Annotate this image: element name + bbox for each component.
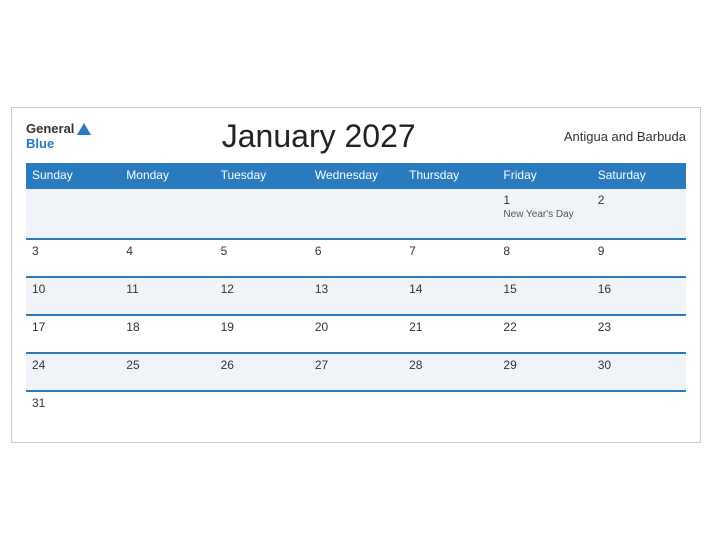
calendar-cell: 2 [592,188,686,239]
logo-triangle-icon [77,123,91,135]
day-number: 12 [221,282,303,296]
calendar-cell: 17 [26,315,120,353]
calendar-cell: 31 [26,391,120,428]
weekday-header-sunday: Sunday [26,163,120,188]
calendar-cell: 28 [403,353,497,391]
logo-general-text: General [26,122,74,136]
calendar-cell: 13 [309,277,403,315]
calendar-cell [403,391,497,428]
week-row-5: 24 25 26 27 28 29 30 [26,353,686,391]
calendar-cell: 4 [120,239,214,277]
calendar-cell: 12 [215,277,309,315]
day-number: 31 [32,396,114,410]
day-number: 16 [598,282,680,296]
calendar-cell: 11 [120,277,214,315]
day-number: 10 [32,282,114,296]
calendar-cell: 8 [497,239,591,277]
day-number: 3 [32,244,114,258]
calendar-cell [120,188,214,239]
calendar-cell: 23 [592,315,686,353]
calendar-cell: 3 [26,239,120,277]
weekday-header-monday: Monday [120,163,214,188]
day-number: 22 [503,320,585,334]
logo-blue-text: Blue [26,137,91,151]
weekday-header-row: SundayMondayTuesdayWednesdayThursdayFrid… [26,163,686,188]
day-number: 27 [315,358,397,372]
weekday-header-wednesday: Wednesday [309,163,403,188]
day-number: 29 [503,358,585,372]
calendar-cell [120,391,214,428]
day-number: 4 [126,244,208,258]
calendar-cell: 1 New Year's Day [497,188,591,239]
day-number: 21 [409,320,491,334]
day-number: 18 [126,320,208,334]
calendar-cell: 26 [215,353,309,391]
calendar-cell [309,391,403,428]
calendar-cell [215,391,309,428]
calendar-cell [592,391,686,428]
calendar-cell: 10 [26,277,120,315]
calendar-title: January 2027 [91,118,546,155]
calendar-cell: 22 [497,315,591,353]
day-number: 2 [598,193,680,207]
calendar-table: SundayMondayTuesdayWednesdayThursdayFrid… [26,163,686,428]
calendar-cell: 6 [309,239,403,277]
day-number: 7 [409,244,491,258]
calendar-header: General Blue January 2027 Antigua and Ba… [26,118,686,155]
day-number: 20 [315,320,397,334]
day-number: 15 [503,282,585,296]
day-number: 23 [598,320,680,334]
calendar-cell [26,188,120,239]
day-number: 9 [598,244,680,258]
calendar-cell [309,188,403,239]
weekday-header-tuesday: Tuesday [215,163,309,188]
calendar-cell: 21 [403,315,497,353]
day-number: 26 [221,358,303,372]
day-number: 6 [315,244,397,258]
day-number: 1 [503,193,585,207]
calendar-cell [497,391,591,428]
holiday-label: New Year's Day [503,209,585,220]
calendar-cell: 14 [403,277,497,315]
calendar-cell: 27 [309,353,403,391]
weekday-header-friday: Friday [497,163,591,188]
weekday-header-saturday: Saturday [592,163,686,188]
day-number: 30 [598,358,680,372]
day-number: 19 [221,320,303,334]
calendar-cell [403,188,497,239]
calendar-cell: 20 [309,315,403,353]
calendar-cell: 29 [497,353,591,391]
calendar-cell: 19 [215,315,309,353]
calendar-cell: 18 [120,315,214,353]
day-number: 17 [32,320,114,334]
day-number: 25 [126,358,208,372]
week-row-2: 3456789 [26,239,686,277]
day-number: 5 [221,244,303,258]
day-number: 28 [409,358,491,372]
day-number: 24 [32,358,114,372]
day-number: 11 [126,282,208,296]
calendar-country: Antigua and Barbuda [546,129,686,144]
calendar-cell [215,188,309,239]
calendar-cell: 7 [403,239,497,277]
week-row-3: 10 11 12 13 14 15 16 [26,277,686,315]
logo: General Blue [26,122,91,151]
calendar-cell: 16 [592,277,686,315]
calendar-cell: 30 [592,353,686,391]
week-row-4: 17 18 19 20 21 22 23 [26,315,686,353]
day-number: 8 [503,244,585,258]
calendar-cell: 9 [592,239,686,277]
calendar-container: General Blue January 2027 Antigua and Ba… [11,107,701,443]
day-number: 14 [409,282,491,296]
weekday-header-thursday: Thursday [403,163,497,188]
calendar-cell: 24 [26,353,120,391]
calendar-cell: 15 [497,277,591,315]
calendar-cell: 25 [120,353,214,391]
day-number: 13 [315,282,397,296]
week-row-6: 31 [26,391,686,428]
calendar-cell: 5 [215,239,309,277]
week-row-1: 1 New Year's Day 2 [26,188,686,239]
